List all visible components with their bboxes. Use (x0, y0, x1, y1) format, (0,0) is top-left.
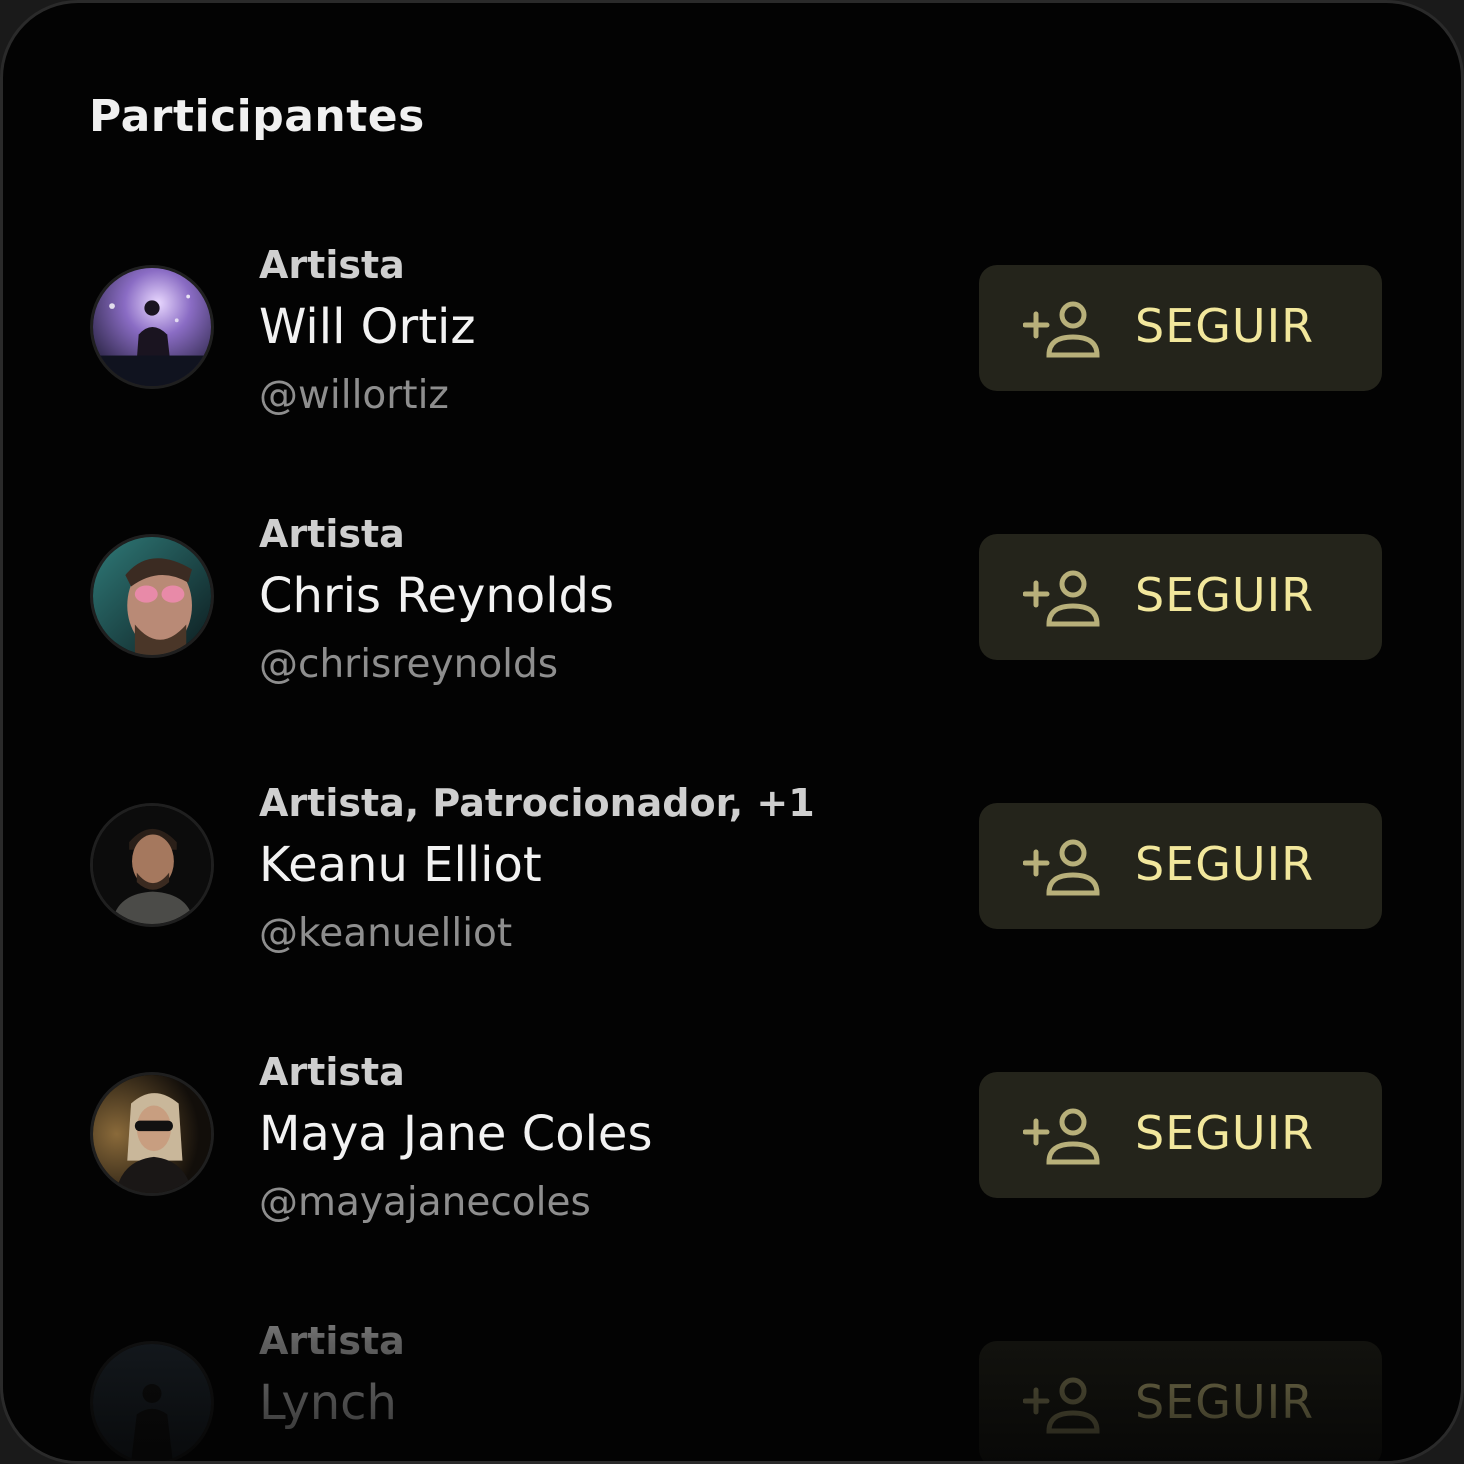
avatar[interactable] (90, 803, 214, 927)
avatar[interactable] (90, 1072, 214, 1196)
follow-button-label: SEGUIR (1135, 568, 1315, 622)
follow-button[interactable]: SEGUIR (979, 534, 1382, 660)
participant-name[interactable]: Maya Jane Coles (259, 1106, 652, 1162)
participant-name[interactable]: Will Ortiz (259, 299, 476, 355)
follow-button-label: SEGUIR (1135, 1106, 1315, 1160)
participant-role: Artista, Patrocionador, +1 (259, 781, 815, 825)
participant-handle[interactable]: @chrisreynolds (259, 642, 558, 687)
participant-name[interactable]: Keanu Elliot (259, 837, 542, 893)
follow-button[interactable]: SEGUIR (979, 803, 1382, 929)
follow-button[interactable]: SEGUIR (979, 1341, 1382, 1461)
participant-role: Artista (259, 243, 405, 287)
list-item: Artista Lynch SEGUIR (3, 1319, 1461, 1461)
page-title: Participantes (89, 91, 425, 142)
person-add-icon (1023, 570, 1100, 627)
follow-button-label: SEGUIR (1135, 1375, 1315, 1429)
follow-button[interactable]: SEGUIR (979, 265, 1382, 391)
follow-button-label: SEGUIR (1135, 299, 1315, 353)
avatar[interactable] (90, 534, 214, 658)
list-item: Artista Will Ortiz @willortiz SEGUIR (3, 243, 1461, 443)
participant-handle[interactable]: @willortiz (259, 373, 449, 418)
person-add-icon (1023, 839, 1100, 896)
participant-role: Artista (259, 1050, 405, 1094)
follow-button-label: SEGUIR (1135, 837, 1315, 891)
person-add-icon (1023, 1377, 1100, 1434)
participant-name[interactable]: Lynch (259, 1375, 397, 1431)
avatar[interactable] (90, 1341, 214, 1461)
participant-name[interactable]: Chris Reynolds (259, 568, 614, 624)
participant-handle[interactable]: @keanuelliot (259, 911, 512, 956)
person-add-icon (1023, 301, 1100, 358)
avatar[interactable] (90, 265, 214, 389)
list-item: Artista, Patrocionador, +1 Keanu Elliot … (3, 781, 1461, 981)
list-item: Artista Maya Jane Coles @mayajanecoles S… (3, 1050, 1461, 1250)
participant-role: Artista (259, 512, 405, 556)
participants-panel: Participantes Artista Will Ortiz @willor… (0, 0, 1464, 1464)
participant-role: Artista (259, 1319, 405, 1363)
follow-button[interactable]: SEGUIR (979, 1072, 1382, 1198)
participant-handle[interactable]: @mayajanecoles (259, 1180, 591, 1225)
person-add-icon (1023, 1108, 1100, 1165)
list-item: Artista Chris Reynolds @chrisreynolds SE… (3, 512, 1461, 712)
